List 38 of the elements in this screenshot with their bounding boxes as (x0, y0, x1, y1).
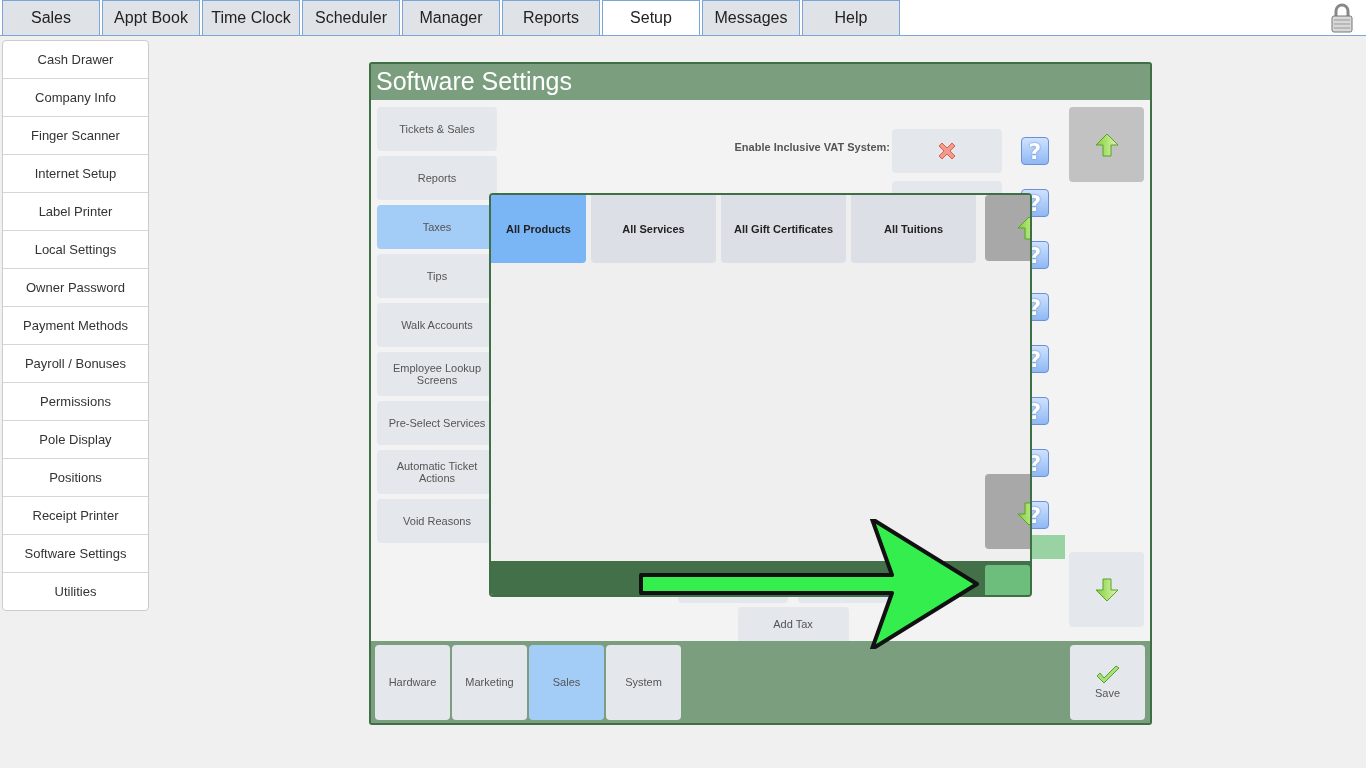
sidebar-item[interactable]: Utilities (3, 573, 148, 610)
category-button[interactable]: Tickets & Sales (377, 107, 497, 151)
top-tab[interactable]: Help (802, 0, 900, 35)
category-button[interactable]: Reports (377, 156, 497, 200)
section-tab[interactable]: Marketing (452, 644, 527, 720)
top-tab[interactable]: Time Clock (202, 0, 300, 35)
section-tab[interactable]: System (606, 644, 681, 720)
sidebar-item[interactable]: Cash Drawer (3, 41, 148, 79)
sidebar-item[interactable]: Label Printer (3, 193, 148, 231)
product-tab[interactable]: All Products (491, 195, 586, 263)
sidebar-item[interactable]: Internet Setup (3, 155, 148, 193)
add-tax-button[interactable]: Add Tax (737, 607, 849, 641)
sidebar-item[interactable]: Company Info (3, 79, 148, 117)
sidebar-item[interactable]: Local Settings (3, 231, 148, 269)
top-tab[interactable]: Manager (402, 0, 500, 35)
product-tab[interactable]: All Tuitions (851, 195, 976, 263)
sidebar-item[interactable]: Software Settings (3, 535, 148, 573)
sidebar-item[interactable]: Payroll / Bonuses (3, 345, 148, 383)
section-tab[interactable]: Sales (529, 644, 604, 720)
top-tab[interactable]: Appt Book (102, 0, 200, 35)
top-tab[interactable]: Sales (2, 0, 100, 35)
section-tab[interactable]: Hardware (375, 644, 450, 720)
sidebar-item[interactable]: Owner Password (3, 269, 148, 307)
sidebar-item[interactable]: Receipt Printer (3, 497, 148, 535)
panel-title: Software Settings (371, 64, 1150, 100)
product-tab[interactable]: All Gift Certificates (721, 195, 846, 263)
top-tab[interactable]: Setup (602, 0, 700, 35)
product-tab[interactable]: All Services (591, 195, 716, 263)
sidebar-item[interactable]: Positions (3, 459, 148, 497)
sidebar-item[interactable]: Finger Scanner (3, 117, 148, 155)
top-tab[interactable]: Reports (502, 0, 600, 35)
top-tab[interactable]: Messages (702, 0, 800, 35)
setting-label: Enable Inclusive VAT System: (734, 141, 890, 153)
top-tab[interactable]: Scheduler (302, 0, 400, 35)
sidebar-item[interactable]: Permissions (3, 383, 148, 421)
save-button[interactable]: Save (1070, 644, 1145, 720)
sidebar-item[interactable]: Pole Display (3, 421, 148, 459)
sidebar-item[interactable]: Payment Methods (3, 307, 148, 345)
